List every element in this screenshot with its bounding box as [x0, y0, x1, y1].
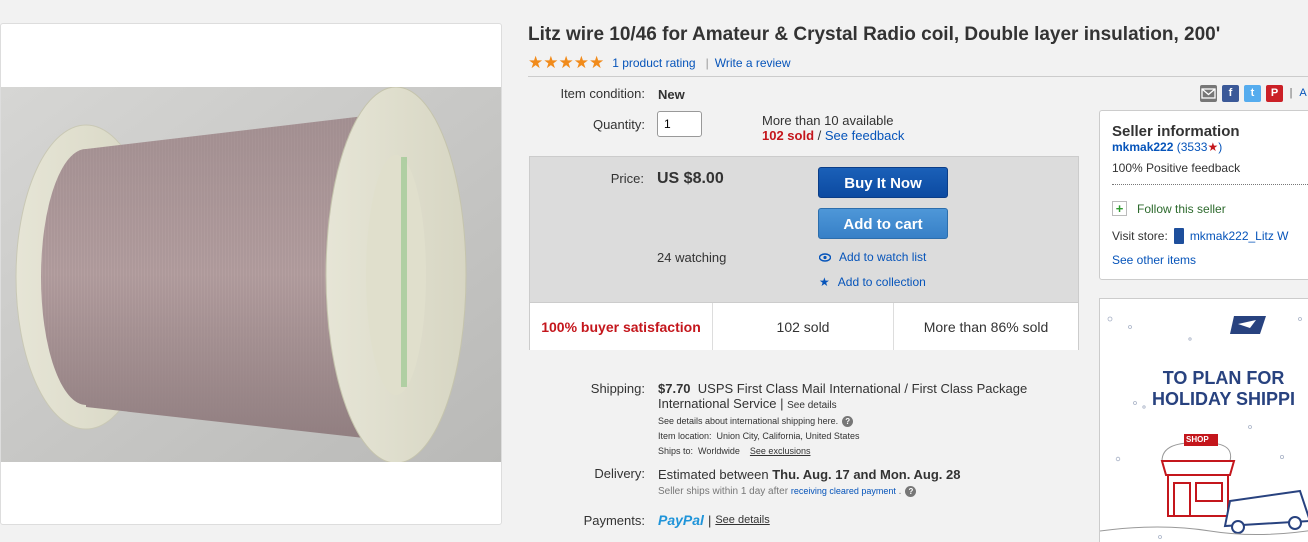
star-icon: ★: [819, 275, 830, 289]
payments-label: Payments:: [583, 513, 645, 528]
payments-separator: |: [707, 512, 712, 528]
help-icon[interactable]: ?: [905, 486, 917, 497]
ad-line1: TO PLAN FOR: [1162, 368, 1285, 388]
add-to-collection[interactable]: ★ Add to collection: [819, 275, 926, 289]
pinterest-icon[interactable]: P: [1266, 85, 1283, 102]
shop-sign-text: SHOP: [1186, 435, 1209, 444]
store-link[interactable]: mkmak222_Litz W: [1190, 229, 1289, 243]
product-rating-link[interactable]: 1 product rating: [612, 56, 695, 70]
buy-box: Price: US $8.00 Buy It Now Add to cart 2…: [529, 156, 1079, 350]
watch-list-link[interactable]: Add to watch list: [839, 250, 926, 264]
percent-sold-stat: More than 86% sold: [923, 318, 1049, 335]
see-exclusions-link[interactable]: See exclusions: [750, 446, 811, 456]
sold-stat: 102 sold: [713, 303, 894, 350]
sold-separator: /: [814, 128, 825, 143]
item-location-label: Item location:: [658, 431, 712, 441]
product-image-panel[interactable]: [0, 23, 502, 525]
sold-count: 102 sold: [762, 128, 815, 143]
shipping-service-line2: International Service |: [658, 396, 784, 411]
shipping-service-line1: USPS First Class Mail International / Fi…: [697, 381, 1028, 396]
product-photo[interactable]: [1, 87, 501, 462]
quantity-input[interactable]: [657, 111, 702, 137]
cleared-payment-link[interactable]: receiving cleared payment: [791, 486, 896, 496]
feedback-star-icon: ★: [1207, 140, 1219, 154]
more-share-link[interactable]: A: [1299, 85, 1307, 102]
payments-see-details-link[interactable]: See details: [715, 514, 769, 526]
follow-seller[interactable]: + Follow this seller: [1112, 201, 1226, 216]
store-icon: [1173, 228, 1184, 244]
paypal-logo: PayPal: [658, 512, 704, 528]
quantity-label: Quantity:: [592, 117, 645, 132]
shipping-label: Shipping:: [590, 381, 645, 396]
email-icon[interactable]: [1200, 85, 1217, 102]
add-to-watch-list[interactable]: Add to watch list: [819, 250, 926, 264]
add-to-cart-button[interactable]: Add to cart: [818, 208, 948, 239]
usps-advertisement[interactable]: TO PLAN FOR HOLIDAY SHIPPI SHOP: [1099, 298, 1308, 542]
help-icon[interactable]: ?: [842, 416, 854, 428]
seller-info-panel: Seller information mkmak222 (3533★) 100%…: [1099, 110, 1308, 280]
feedback-score-close: ): [1218, 140, 1223, 154]
rating-row: ★★★★★ 1 product rating | Write a review: [528, 53, 791, 73]
ad-headline: TO PLAN FOR HOLIDAY SHIPPI: [1152, 368, 1295, 410]
follow-seller-link[interactable]: Follow this seller: [1137, 202, 1226, 216]
divider: [528, 76, 1308, 77]
handling-note: Seller ships within 1 day after receivin…: [658, 486, 917, 498]
ad-line2: HOLIDAY SHIPPI: [1152, 389, 1296, 409]
share-separator: |: [1289, 87, 1293, 99]
positive-feedback: 100% Positive feedback: [1112, 161, 1241, 175]
twitter-icon[interactable]: t: [1244, 85, 1261, 102]
visit-store-label: Visit store:: [1112, 229, 1168, 243]
shipping-info: $7.70 USPS First Class Mail Internationa…: [658, 381, 1078, 413]
see-other-items-link[interactable]: See other items: [1112, 253, 1196, 267]
delivery-label: Delivery:: [594, 466, 645, 481]
available-count: More than 10 available: [762, 113, 894, 128]
payments-methods: PayPal | See details: [658, 512, 770, 528]
buy-it-now-button[interactable]: Buy It Now: [818, 167, 948, 198]
delivery-prefix: Estimated between: [658, 467, 773, 482]
handling-note-suffix: .: [895, 486, 902, 498]
intl-shipping-text: See details about international shipping…: [658, 416, 839, 426]
facebook-icon[interactable]: f: [1222, 85, 1239, 102]
star-rating-icon[interactable]: ★★★★★: [528, 53, 604, 73]
shipping-see-details-link[interactable]: See details: [787, 400, 836, 411]
eye-icon: [819, 252, 831, 262]
watching-count: 24 watching: [657, 250, 727, 265]
availability: More than 10 available 102 sold / See fe…: [762, 113, 904, 143]
ships-to-label: Ships to:: [658, 446, 694, 456]
ships-to: Ships to: Worldwide See exclusions: [658, 446, 810, 456]
feedback-score-link[interactable]: (3533: [1177, 140, 1208, 154]
buy-box-stats: 100% buyer satisfaction 102 sold More th…: [530, 302, 1078, 350]
condition-label: Item condition:: [560, 86, 645, 101]
ships-to-value: Worldwide: [698, 446, 740, 456]
condition-value: New: [658, 87, 685, 102]
seller-info-heading: Seller information: [1112, 123, 1240, 140]
seller-name-link[interactable]: mkmak222: [1112, 140, 1173, 154]
item-location: Item location: Union City, California, U…: [658, 431, 859, 441]
visit-store-row: Visit store: mkmak222_Litz W: [1112, 228, 1289, 244]
item-location-value: Union City, California, United States: [716, 431, 860, 441]
rating-separator: |: [705, 56, 709, 70]
price-label: Price:: [610, 171, 644, 186]
price-value: US $8.00: [657, 170, 724, 187]
intl-shipping-note: See details about international shipping…: [658, 416, 854, 428]
write-review-link[interactable]: Write a review: [715, 56, 791, 70]
wire-spool-image: [1, 87, 501, 462]
seller-divider: [1112, 184, 1308, 185]
seller-name-row: mkmak222 (3533★): [1112, 140, 1222, 154]
see-feedback-link[interactable]: See feedback: [825, 128, 905, 143]
listing-title: Litz wire 10/46 for Amateur & Crystal Ra…: [528, 24, 1221, 45]
delivery-estimate: Estimated between Thu. Aug. 17 and Mon. …: [658, 467, 960, 482]
plus-icon: +: [1112, 201, 1127, 216]
delivery-range: Thu. Aug. 17 and Mon. Aug. 28: [772, 467, 961, 482]
buyer-satisfaction: 100% buyer satisfaction: [530, 303, 713, 350]
share-icons: f t P | A: [1200, 85, 1307, 102]
usps-eagle-logo: [1230, 316, 1266, 334]
shipping-cost: $7.70: [658, 381, 691, 396]
collection-link[interactable]: Add to collection: [838, 275, 926, 289]
handling-note-prefix: Seller ships within 1 day after: [658, 486, 791, 498]
ad-shop-illustration: [1100, 434, 1308, 536]
